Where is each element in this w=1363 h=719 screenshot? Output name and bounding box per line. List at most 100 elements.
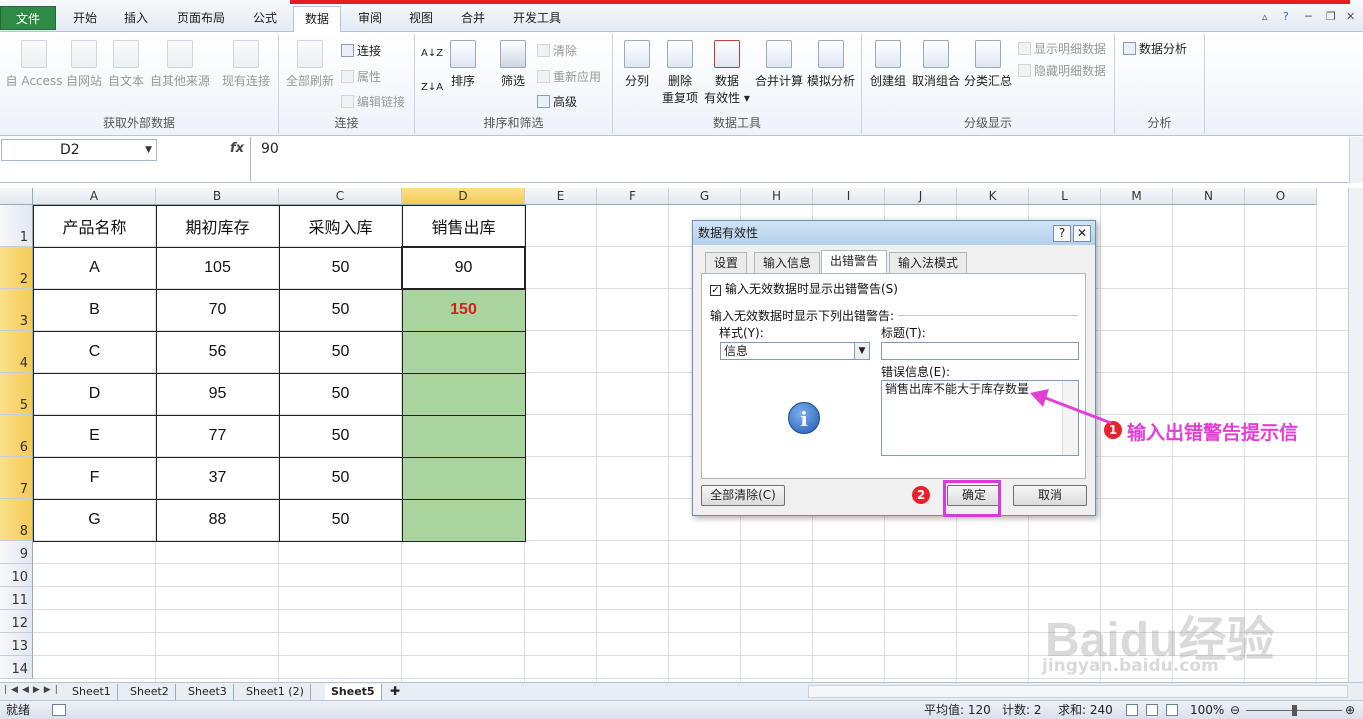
- table-cell[interactable]: 50: [279, 457, 402, 499]
- column-header-A[interactable]: A: [33, 188, 156, 205]
- table-cell[interactable]: 50: [279, 499, 402, 541]
- tab-view[interactable]: 视图: [400, 6, 442, 30]
- sheet-tab[interactable]: Sheet1 (2): [240, 684, 311, 700]
- tab-developer[interactable]: 开发工具: [504, 6, 570, 30]
- properties-button[interactable]: 属性: [341, 68, 381, 85]
- table-cell[interactable]: [402, 331, 525, 373]
- page-break-view-icon[interactable]: [1166, 704, 1178, 716]
- row-header-10[interactable]: 10: [0, 564, 33, 587]
- clear-all-button[interactable]: 全部清除(C): [701, 485, 785, 506]
- column-header-B[interactable]: B: [156, 188, 279, 205]
- advanced-filter-button[interactable]: 高级: [537, 93, 577, 110]
- filter-button[interactable]: 筛选: [495, 40, 531, 89]
- from-text-button[interactable]: 自文本: [106, 40, 146, 89]
- column-header-G[interactable]: G: [669, 188, 741, 205]
- ungroup-button[interactable]: 取消组合: [910, 40, 962, 89]
- remove-duplicates-button[interactable]: 删除 重复项: [659, 40, 701, 106]
- tab-settings[interactable]: 设置: [705, 252, 748, 273]
- table-header-cell[interactable]: 采购入库: [279, 205, 402, 247]
- table-header-cell[interactable]: 期初库存: [156, 205, 279, 247]
- horizontal-scrollbar[interactable]: [808, 685, 1348, 698]
- table-cell[interactable]: 50: [279, 247, 402, 289]
- formula-input[interactable]: 90: [250, 137, 1348, 181]
- refresh-all-button[interactable]: 全部刷新: [284, 40, 336, 89]
- title-input[interactable]: [881, 342, 1079, 360]
- table-header-cell[interactable]: 产品名称: [33, 205, 156, 247]
- row-header-12[interactable]: 12: [0, 610, 33, 633]
- data-analysis-button[interactable]: 数据分析: [1123, 40, 1187, 57]
- clear-button[interactable]: 清除: [537, 42, 577, 59]
- column-header-N[interactable]: N: [1173, 188, 1245, 205]
- zoom-slider-thumb[interactable]: [1292, 705, 1297, 716]
- what-if-analysis-button[interactable]: 模拟分析: [805, 40, 857, 89]
- tab-merge[interactable]: 合并: [452, 6, 494, 30]
- row-header-9[interactable]: 9: [0, 541, 33, 564]
- row-header-1[interactable]: 1: [0, 205, 33, 247]
- from-web-button[interactable]: 自网站: [64, 40, 104, 89]
- table-cell[interactable]: [402, 373, 525, 415]
- column-header-O[interactable]: O: [1245, 188, 1317, 205]
- hide-detail-button[interactable]: 隐藏明细数据: [1018, 62, 1106, 79]
- table-cell[interactable]: 88: [156, 499, 279, 541]
- checkbox-checked-icon[interactable]: ✓: [710, 285, 721, 296]
- name-box[interactable]: D2 ▼: [1, 139, 157, 161]
- tab-file[interactable]: 文件: [0, 6, 56, 30]
- column-header-M[interactable]: M: [1101, 188, 1173, 205]
- reapply-button[interactable]: 重新应用: [537, 68, 601, 85]
- tab-input-message[interactable]: 输入信息: [754, 252, 821, 273]
- cancel-button[interactable]: 取消: [1013, 485, 1087, 506]
- close-button[interactable]: ✕: [1073, 225, 1091, 242]
- table-cell[interactable]: 77: [156, 415, 279, 457]
- zoom-out-icon[interactable]: ⊖: [1230, 701, 1240, 719]
- table-cell[interactable]: E: [33, 415, 156, 457]
- column-header-L[interactable]: L: [1029, 188, 1101, 205]
- new-sheet-icon[interactable]: ✚: [390, 684, 400, 698]
- collapse-ribbon-icon[interactable]: ▵: [1262, 10, 1268, 23]
- tab-review[interactable]: 审阅: [349, 6, 391, 30]
- row-header-11[interactable]: 11: [0, 587, 33, 610]
- table-cell[interactable]: 95: [156, 373, 279, 415]
- table-cell[interactable]: 37: [156, 457, 279, 499]
- row-header-3[interactable]: 3: [0, 289, 33, 331]
- group-button[interactable]: 创建组: [866, 40, 910, 89]
- vertical-scrollbar[interactable]: [1348, 188, 1363, 682]
- column-header-F[interactable]: F: [597, 188, 669, 205]
- row-header-7[interactable]: 7: [0, 457, 33, 499]
- tab-page-layout[interactable]: 页面布局: [168, 6, 234, 30]
- table-cell[interactable]: [402, 415, 525, 457]
- table-cell[interactable]: 56: [156, 331, 279, 373]
- column-header-J[interactable]: J: [885, 188, 957, 205]
- column-header-H[interactable]: H: [741, 188, 813, 205]
- close-icon[interactable]: ✕: [1346, 10, 1355, 23]
- sheet-nav-arrows-icon[interactable]: |◀◀▶▶|: [4, 685, 62, 695]
- help-icon[interactable]: ?: [1283, 10, 1289, 23]
- existing-connections-button[interactable]: 现有连接: [220, 40, 272, 89]
- table-cell[interactable]: 150: [402, 289, 525, 331]
- tab-error-alert[interactable]: 出错警告: [821, 250, 888, 274]
- page-layout-view-icon[interactable]: [1146, 704, 1158, 716]
- data-validation-button[interactable]: 数据 有效性 ▾: [703, 40, 751, 106]
- column-header-D[interactable]: D: [402, 188, 525, 205]
- normal-view-icon[interactable]: [1126, 704, 1138, 716]
- table-cell[interactable]: 50: [279, 289, 402, 331]
- table-cell[interactable]: [402, 457, 525, 499]
- formula-bar-scroll[interactable]: [1349, 137, 1363, 183]
- restore-icon[interactable]: ❐: [1326, 10, 1336, 23]
- subtotal-button[interactable]: 分类汇总: [962, 40, 1014, 89]
- row-header-5[interactable]: 5: [0, 373, 33, 415]
- column-header-C[interactable]: C: [279, 188, 402, 205]
- macro-record-icon[interactable]: [52, 704, 66, 716]
- table-cell[interactable]: F: [33, 457, 156, 499]
- style-select[interactable]: 信息 ▼: [720, 342, 870, 360]
- fx-icon[interactable]: fx: [230, 141, 244, 156]
- row-header-8[interactable]: 8: [0, 499, 33, 541]
- table-cell[interactable]: 50: [279, 415, 402, 457]
- row-header-14[interactable]: 14: [0, 656, 33, 679]
- show-error-checkbox[interactable]: ✓ 输入无效数据时显示出错警告(S): [710, 280, 898, 297]
- table-cell[interactable]: 70: [156, 289, 279, 331]
- sheet-tab[interactable]: Sheet1: [66, 684, 118, 700]
- tab-data[interactable]: 数据: [293, 6, 341, 33]
- table-cell[interactable]: 105: [156, 247, 279, 289]
- row-header-13[interactable]: 13: [0, 633, 33, 656]
- tab-home[interactable]: 开始: [64, 6, 106, 30]
